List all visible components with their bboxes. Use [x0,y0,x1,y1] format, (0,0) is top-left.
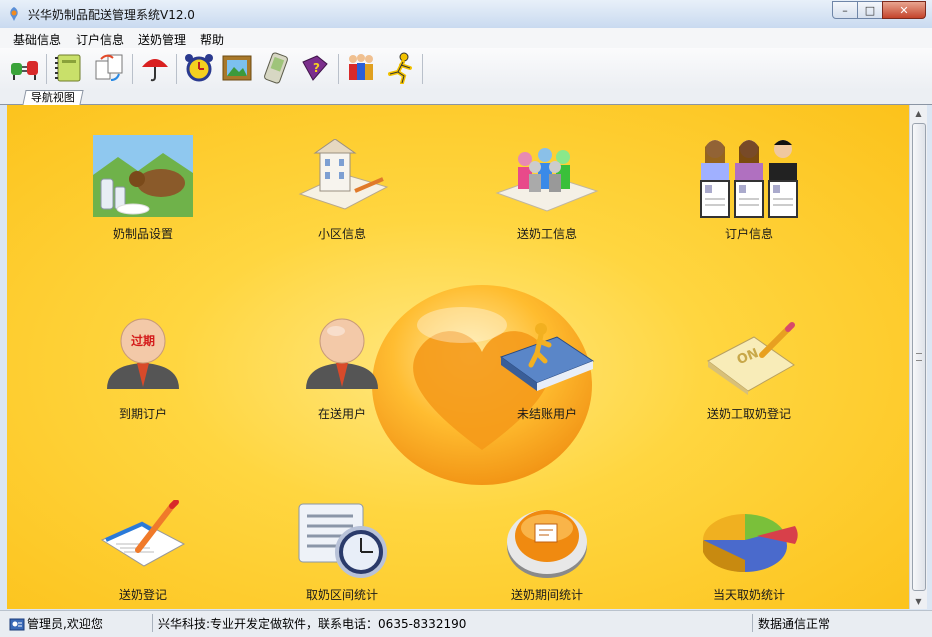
notebook-on-icon: ON [707,322,795,395]
toolbar: ? [0,48,932,90]
unsettled-book-icon [499,323,595,391]
menu-subscriber-info[interactable]: 订户信息 [76,31,124,48]
tile-delivery-period-stats[interactable]: 送奶期间统计 [462,498,632,608]
expired-badge: 过期 [131,333,155,348]
vertical-scrollbar[interactable]: ▲ ▼ [909,105,927,609]
close-button[interactable]: ✕ [882,1,926,19]
status-user: 管理员,欢迎您 [27,617,103,631]
app-logo-icon [10,7,18,21]
tile-label: 奶制品设置 [112,227,173,241]
tile-label: 送奶期间统计 [510,588,583,602]
tile-label: 在送用户 [317,407,366,421]
tile-expired-subscribers[interactable]: 过期 到期订户 [58,315,228,425]
active-user-icon [306,318,378,389]
tab-strip: 导航视图 [0,90,932,105]
tile-delivery-register[interactable]: 送奶登记 [58,498,228,608]
scroll-down-icon[interactable]: ▼ [910,593,927,609]
menu-basic-info[interactable]: 基础信息 [13,31,61,48]
building-plan-icon [298,139,389,210]
plug-icon[interactable] [8,51,42,85]
navigation-panel: 奶制品设置 小区信息 送奶工信息 订户信息 过期 到期订户 在送用户 未结账用户… [7,105,909,609]
status-bar: 管理员,欢迎您 兴华科技:专业开发定做软件，联系电话：0635-8332190 … [0,610,932,637]
tile-label: 到期订户 [118,407,167,421]
status-company: 兴华科技:专业开发定做软件，联系电话：0635-8332190 [158,617,467,631]
tile-label: 小区信息 [317,227,366,241]
tile-subscriber-info[interactable]: 订户信息 [664,135,834,245]
tile-deliveryman-pickup-register[interactable]: ON 送奶工取奶登记 [664,315,834,425]
status-connection: 数据通信正常 [758,617,831,631]
pda-icon[interactable] [258,51,292,85]
menu-help[interactable]: 帮助 [200,31,224,48]
tile-active-users[interactable]: 在送用户 [257,315,427,425]
tab-label: 导航视图 [30,91,75,104]
umbrella-icon[interactable] [138,51,172,85]
dairy-farm-icon [93,135,193,217]
tile-label: 送奶登记 [118,588,167,602]
window-title: 兴华奶制品配送管理系统V12.0 [28,8,195,22]
workers-group-icon [495,148,599,212]
minimize-button[interactable]: – [832,1,858,19]
menu-bar: 基础信息 订户信息 送奶管理 帮助 [0,28,932,49]
tile-dairy-settings[interactable]: 奶制品设置 [58,135,228,245]
tile-label: 未结账用户 [516,407,577,421]
scroll-up-icon[interactable]: ▲ [910,105,927,121]
help-book-icon[interactable]: ? [298,51,332,85]
picture-frame-icon[interactable] [220,51,254,85]
tile-daily-pickup-stats[interactable]: 当天取奶统计 [664,498,834,608]
scroll-thumb[interactable] [912,123,926,591]
svg-text:?: ? [313,61,320,75]
expired-user-icon: 过期 [107,318,179,389]
maximize-button[interactable]: □ [857,1,883,19]
tile-label: 订户信息 [724,227,773,241]
tile-label: 送奶工取奶登记 [706,407,791,421]
notebook-icon[interactable] [52,51,86,85]
calendar-button-icon [507,510,587,578]
user-icon [9,618,25,631]
menu-delivery-management[interactable]: 送奶管理 [138,31,186,48]
tile-label: 送奶工信息 [516,227,577,241]
pie-chart-icon [703,514,798,573]
tab-navigation-view[interactable]: 导航视图 [22,90,84,105]
tile-label: 取奶区间统计 [305,588,378,602]
people-group-icon[interactable] [344,51,378,85]
tile-pickup-interval-stats[interactable]: 取奶区间统计 [257,498,427,608]
report-clock-icon [298,503,387,578]
alarm-clock-icon[interactable] [182,51,216,85]
documents-exchange-icon[interactable] [92,51,126,85]
clipboard-pen-icon [100,500,186,567]
tile-label: 当天取奶统计 [712,588,785,602]
subscribers-icon [700,140,798,218]
tile-community-info[interactable]: 小区信息 [257,135,427,245]
tile-deliveryman-info[interactable]: 送奶工信息 [462,135,632,245]
running-man-icon[interactable] [384,51,418,85]
tile-unsettled-users[interactable]: 未结账用户 [462,315,632,425]
title-bar: 兴华奶制品配送管理系统V12.0 – □ ✕ [0,0,932,29]
